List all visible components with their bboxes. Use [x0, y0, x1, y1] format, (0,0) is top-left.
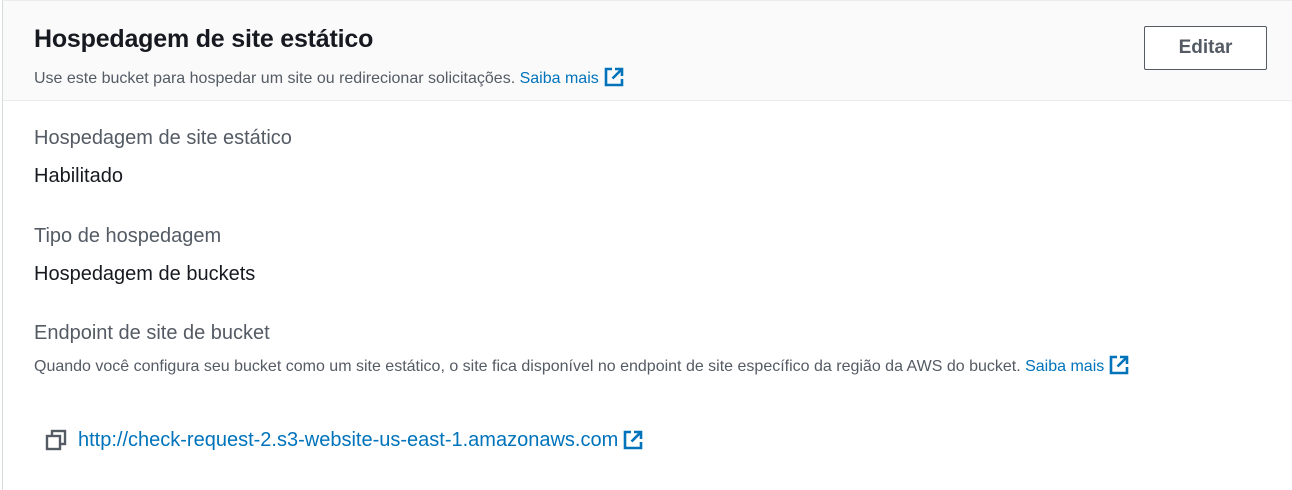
- panel-description-text: Use este bucket para hospedar um site ou…: [34, 70, 516, 87]
- panel-header: Hospedagem de site estático Use este buc…: [3, 1, 1292, 101]
- panel-description: Use este bucket para hospedar um site ou…: [34, 66, 625, 88]
- endpoint-url-link[interactable]: http://check-request-2.s3-website-us-eas…: [78, 429, 644, 452]
- hosting-type-label: Tipo de hospedagem: [34, 225, 222, 247]
- static-website-hosting-panel: Hospedagem de site estático Use este buc…: [2, 0, 1292, 490]
- endpoint-url: http://check-request-2.s3-website-us-eas…: [78, 428, 619, 451]
- copy-icon[interactable]: [45, 429, 67, 451]
- endpoint-label: Endpoint de site de bucket: [34, 322, 270, 344]
- hosting-value: Habilitado: [34, 165, 123, 187]
- external-link-icon: [1109, 355, 1129, 375]
- external-link-icon: [604, 67, 624, 87]
- hosting-label: Hospedagem de site estático: [34, 127, 292, 149]
- endpoint-learn-more-link[interactable]: Saiba mais: [1025, 355, 1130, 375]
- endpoint-help-body: Quando você configura seu bucket como um…: [34, 358, 1021, 375]
- endpoint-learn-more-label: Saiba mais: [1025, 358, 1105, 375]
- learn-more-link[interactable]: Saiba mais: [519, 67, 625, 87]
- panel-title: Hospedagem de site estático: [34, 25, 374, 53]
- endpoint-help-text: Quando você configura seu bucket como um…: [34, 352, 1224, 382]
- learn-more-label: Saiba mais: [519, 70, 599, 87]
- external-link-icon: [623, 430, 643, 449]
- endpoint-row: http://check-request-2.s3-website-us-eas…: [45, 425, 644, 455]
- edit-button[interactable]: Editar: [1144, 26, 1267, 70]
- hosting-type-value: Hospedagem de buckets: [34, 263, 256, 285]
